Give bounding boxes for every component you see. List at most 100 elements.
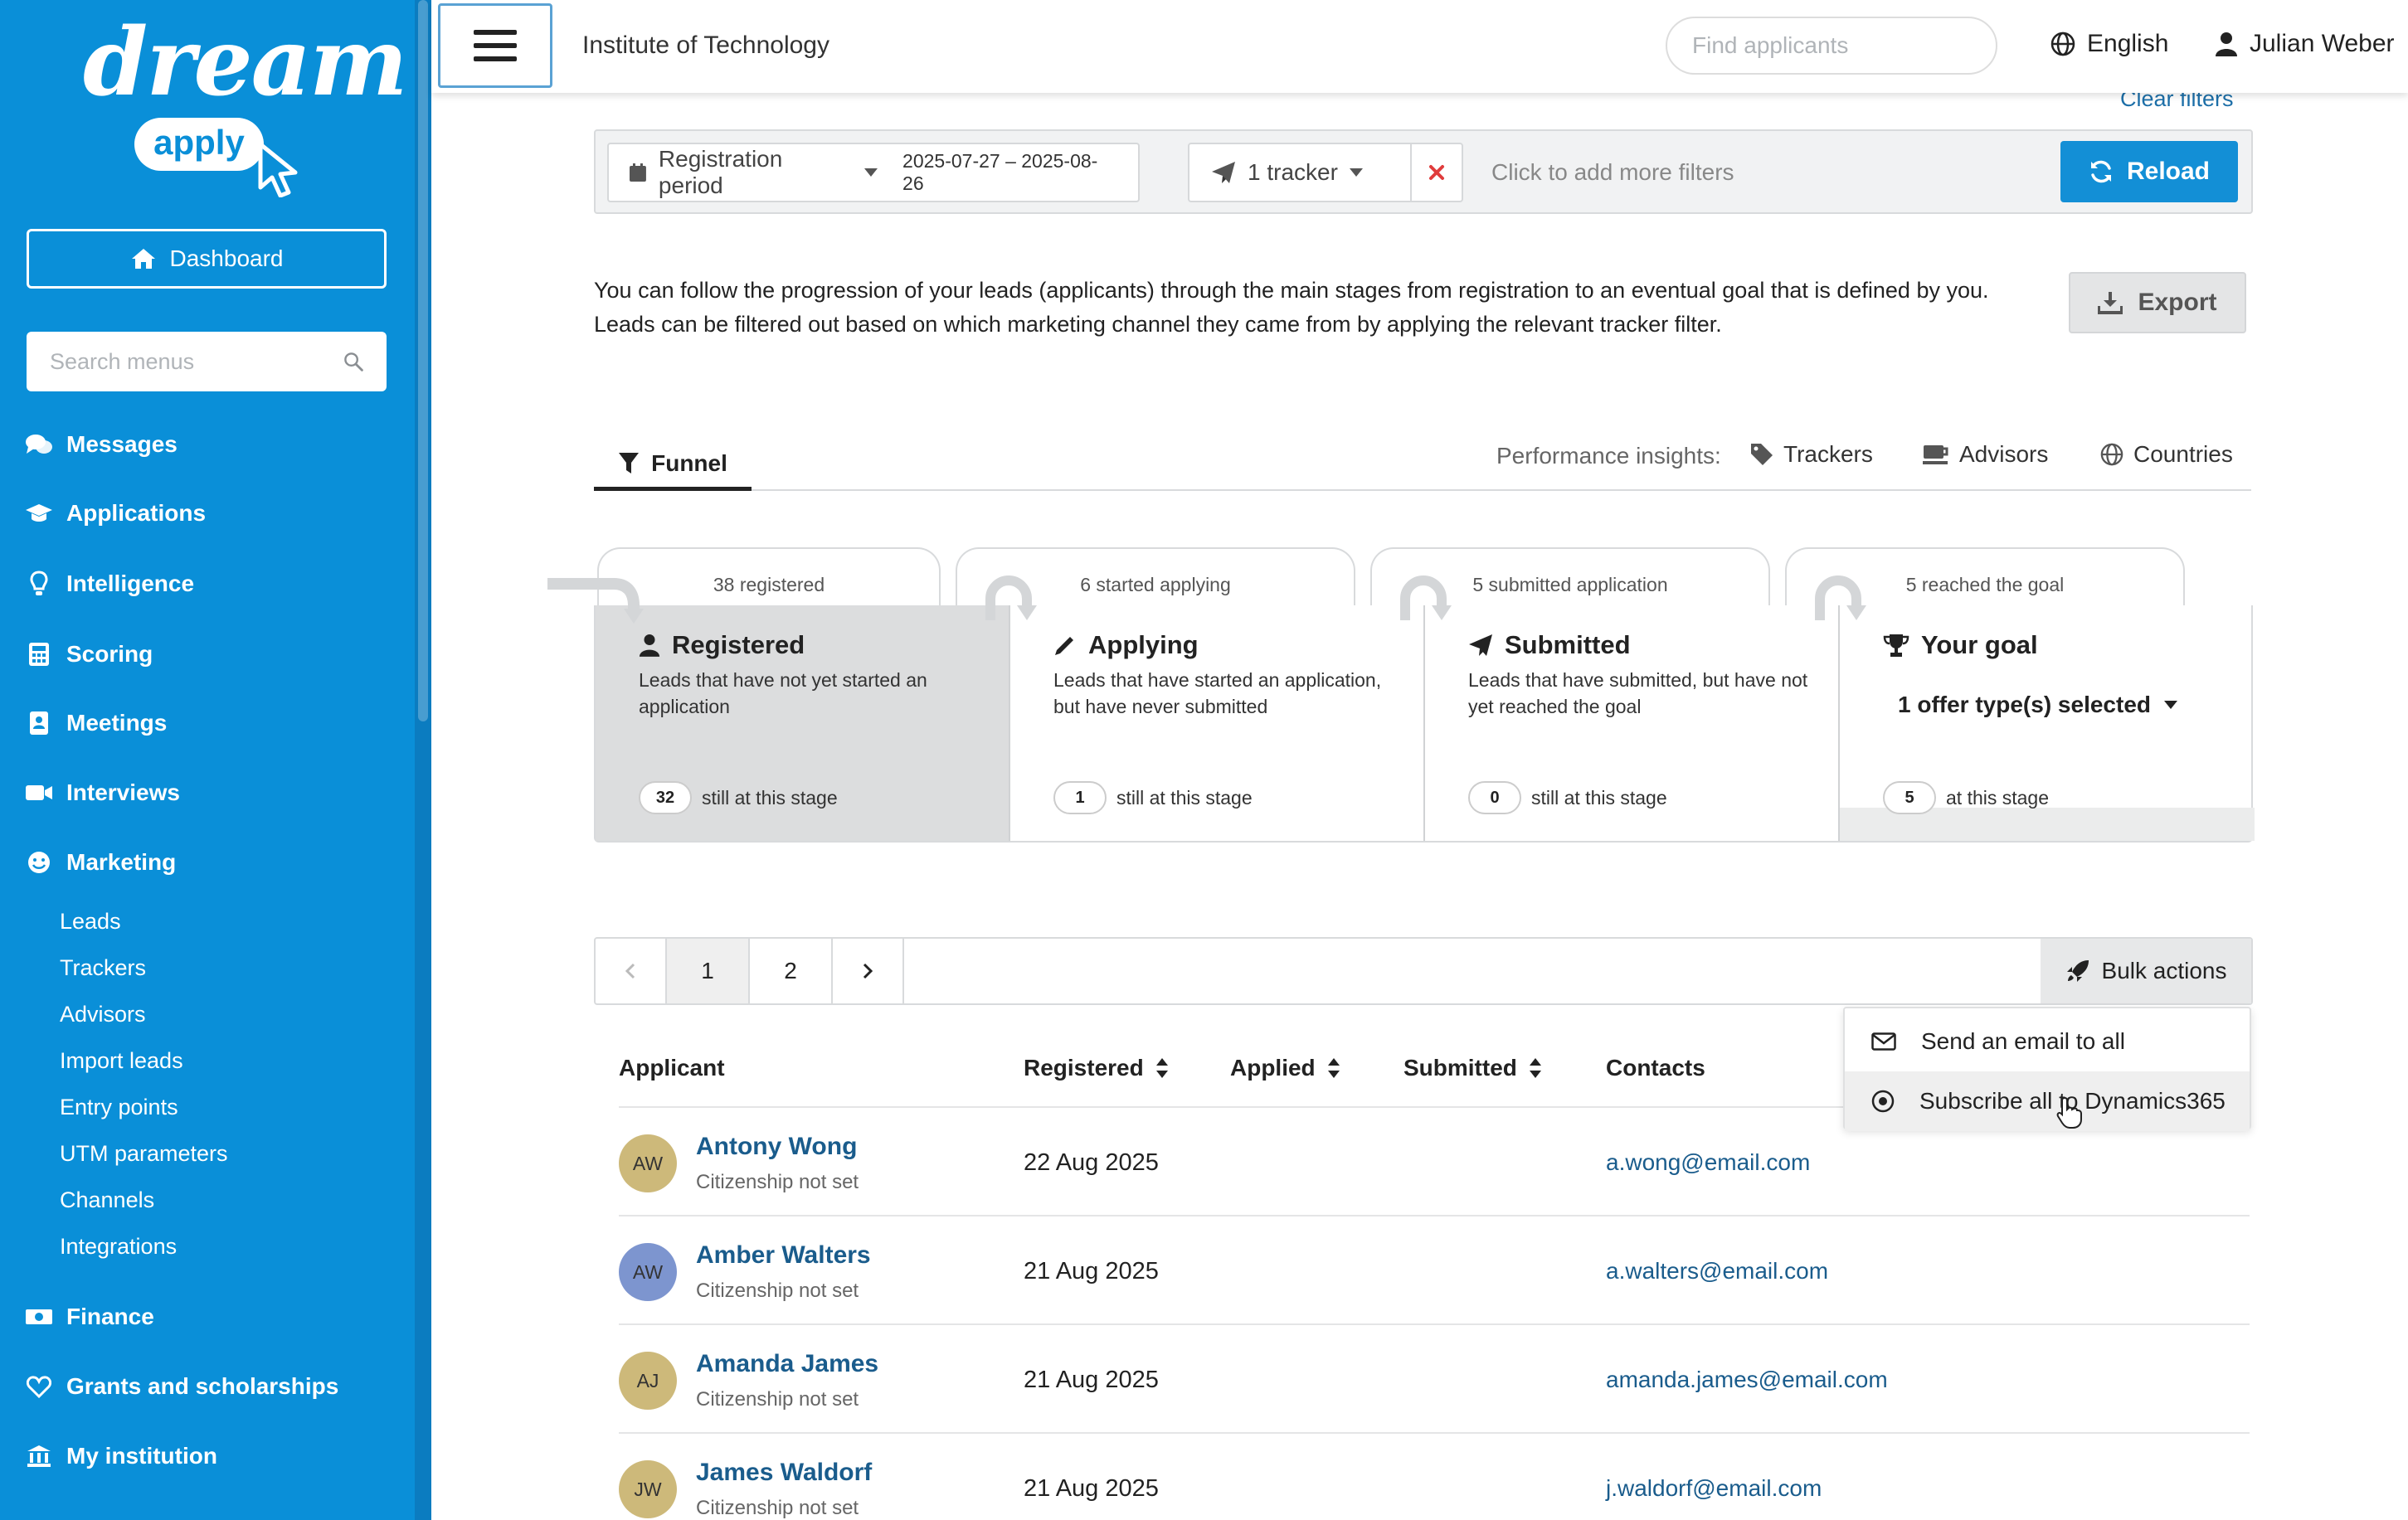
table-row[interactable]: AJ Amanda James Citizenship not set 21 A… (619, 1323, 2250, 1431)
language-selector[interactable]: English (2050, 30, 2168, 58)
stage-count: 0 still at this stage (1468, 781, 1667, 814)
stage-title: Registered (639, 630, 805, 660)
sidebar-subitem-trackers[interactable]: Trackers (60, 955, 146, 981)
envelope-icon (1871, 1032, 1896, 1051)
filter-icon (619, 452, 640, 473)
applicant-search-box (1666, 17, 1997, 75)
menu-search-input[interactable] (50, 348, 343, 375)
sidebar-item-marketing[interactable]: Marketing (0, 849, 415, 876)
registered-date: 21 Aug 2025 (1024, 1475, 1159, 1502)
applicant-name-link[interactable]: Amber Walters (696, 1241, 871, 1270)
dashboard-button[interactable]: Dashboard (27, 229, 387, 289)
intro-line-1: You can follow the progression of your l… (594, 278, 1989, 303)
sidebar-item-meetings[interactable]: Meetings (0, 710, 415, 736)
page-1-button[interactable]: 1 (667, 939, 750, 1003)
hamburger-icon (474, 30, 517, 61)
insight-trackers-label: Trackers (1783, 441, 1873, 467)
registration-period-filter[interactable]: Registration period 2025-07-27 – 2025-08… (607, 143, 1140, 202)
sidebar-subitem-channels[interactable]: Channels (60, 1187, 154, 1213)
stage-count: 5 at this stage (1883, 781, 2049, 814)
stage-applying[interactable]: Applying Leads that have started an appl… (1010, 605, 1425, 841)
video-camera-icon (26, 785, 52, 800)
menu-toggle-button[interactable] (438, 3, 552, 88)
caret-down-icon (2164, 701, 2177, 709)
stage-registered[interactable]: Registered Leads that have not yet start… (596, 605, 1010, 841)
applicant-email-link[interactable]: j.waldorf@email.com (1606, 1475, 1822, 1502)
stage-title-text: Your goal (1921, 630, 2038, 659)
performance-insights-label: Performance insights: (1496, 443, 1721, 469)
logo-apply-pill: apply (134, 118, 264, 171)
applicant-name-link[interactable]: Antony Wong (696, 1133, 857, 1161)
applicant-name-link[interactable]: Amanda James (696, 1350, 878, 1378)
applicant-name-link[interactable]: James Waldorf (696, 1459, 872, 1487)
sidebar-scrollbar[interactable] (415, 0, 431, 1520)
tracker-filter[interactable]: 1 tracker (1188, 143, 1412, 202)
sidebar-subitem-entry-points[interactable]: Entry points (60, 1095, 178, 1120)
pagination-bar: 1 2 Bulk actions (594, 937, 2253, 1005)
insight-trackers-link[interactable]: Trackers (1750, 441, 1873, 468)
column-header-registered[interactable]: Registered (1024, 1055, 1169, 1081)
column-header-submitted[interactable]: Submitted (1403, 1055, 1542, 1081)
column-header-applied[interactable]: Applied (1230, 1055, 1340, 1081)
language-label: English (2087, 30, 2169, 57)
applicant-citizenship: Citizenship not set (696, 1280, 859, 1302)
sidebar-item-intelligence[interactable]: Intelligence (0, 571, 415, 597)
dashboard-label: Dashboard (169, 245, 284, 271)
sidebar-subitem-leads[interactable]: Leads (60, 909, 121, 935)
export-button[interactable]: Export (2069, 272, 2246, 333)
sidebar-item-label: Finance (66, 1304, 154, 1329)
user-menu[interactable]: Julian Weber (2215, 30, 2395, 58)
prev-page-button[interactable] (596, 939, 667, 1003)
stage-title-text: Registered (672, 630, 805, 659)
applicant-email-link[interactable]: a.walters@email.com (1606, 1258, 1828, 1284)
dreamapply-logo[interactable]: dream apply (83, 8, 408, 197)
stage-goal[interactable]: Your goal 1 offer type(s) selected 5 at … (1840, 605, 2255, 841)
insight-advisors-link[interactable]: Advisors (1923, 441, 2048, 468)
sidebar-item-label: Scoring (66, 641, 153, 667)
filter-bar: Registration period 2025-07-27 – 2025-08… (594, 129, 2253, 214)
stage-tab-registered[interactable]: 38 registered (597, 547, 941, 614)
close-icon (1429, 165, 1444, 180)
sidebar-item-messages[interactable]: Messages (0, 431, 415, 458)
sidebar-item-scoring[interactable]: Scoring (0, 641, 415, 668)
bulk-actions-button[interactable]: Bulk actions (2041, 939, 2251, 1003)
sidebar-item-finance[interactable]: Finance (0, 1304, 415, 1330)
export-label: Export (2138, 289, 2217, 316)
insight-countries-link[interactable]: Countries (2100, 441, 2233, 468)
sidebar-item-interviews[interactable]: Interviews (0, 779, 415, 806)
tracker-label: 1 tracker (1248, 159, 1338, 185)
stage-title: Your goal (1883, 630, 2038, 660)
sidebar-item-label: Intelligence (66, 571, 195, 596)
sidebar-subitem-import-leads[interactable]: Import leads (60, 1048, 183, 1074)
sidebar-subitem-utm-parameters[interactable]: UTM parameters (60, 1141, 228, 1167)
sidebar-subitem-advisors[interactable]: Advisors (60, 1002, 146, 1027)
page-2-button[interactable]: 2 (750, 939, 833, 1003)
table-row[interactable]: AW Amber Walters Citizenship not set 21 … (619, 1215, 2250, 1323)
avatar: AW (619, 1243, 677, 1301)
stage-title-text: Applying (1088, 630, 1199, 659)
sidebar-item-grants[interactable]: Grants and scholarships (0, 1373, 415, 1400)
applicant-email-link[interactable]: amanda.james@email.com (1606, 1367, 1888, 1393)
sidebar-item-applications[interactable]: Applications (0, 500, 415, 527)
search-icon[interactable] (343, 349, 363, 374)
sidebar-scrollbar-thumb[interactable] (418, 0, 428, 721)
stage-submitted[interactable]: Submitted Leads that have submitted, but… (1425, 605, 1840, 841)
reload-button[interactable]: Reload (2060, 141, 2238, 202)
send-email-all-item[interactable]: Send an email to all (1845, 1012, 2250, 1071)
intro-text: You can follow the progression of your l… (594, 274, 2037, 342)
subscribe-dynamics365-item[interactable]: Subscribe all to Dynamics365 (1845, 1071, 2250, 1131)
tab-funnel[interactable]: Funnel (594, 439, 752, 491)
applicant-search-input[interactable] (1692, 32, 1992, 59)
download-icon (2098, 292, 2123, 314)
goal-offer-type-selector[interactable]: 1 offer type(s) selected (1898, 692, 2177, 718)
remove-tracker-filter-button[interactable] (1410, 143, 1463, 202)
sidebar-subitem-integrations[interactable]: Integrations (60, 1234, 177, 1260)
applicant-citizenship: Citizenship not set (696, 1497, 859, 1519)
sidebar-item-my-institution[interactable]: My institution (0, 1443, 415, 1469)
pencil-icon (1055, 637, 1073, 655)
add-filters-input[interactable]: Click to add more filters (1491, 159, 1734, 186)
table-row[interactable]: JW James Waldorf Citizenship not set 21 … (619, 1432, 2250, 1520)
applicant-email-link[interactable]: a.wong@email.com (1606, 1149, 1810, 1176)
next-page-button[interactable] (833, 939, 904, 1003)
column-header-label: Submitted (1403, 1055, 1517, 1081)
